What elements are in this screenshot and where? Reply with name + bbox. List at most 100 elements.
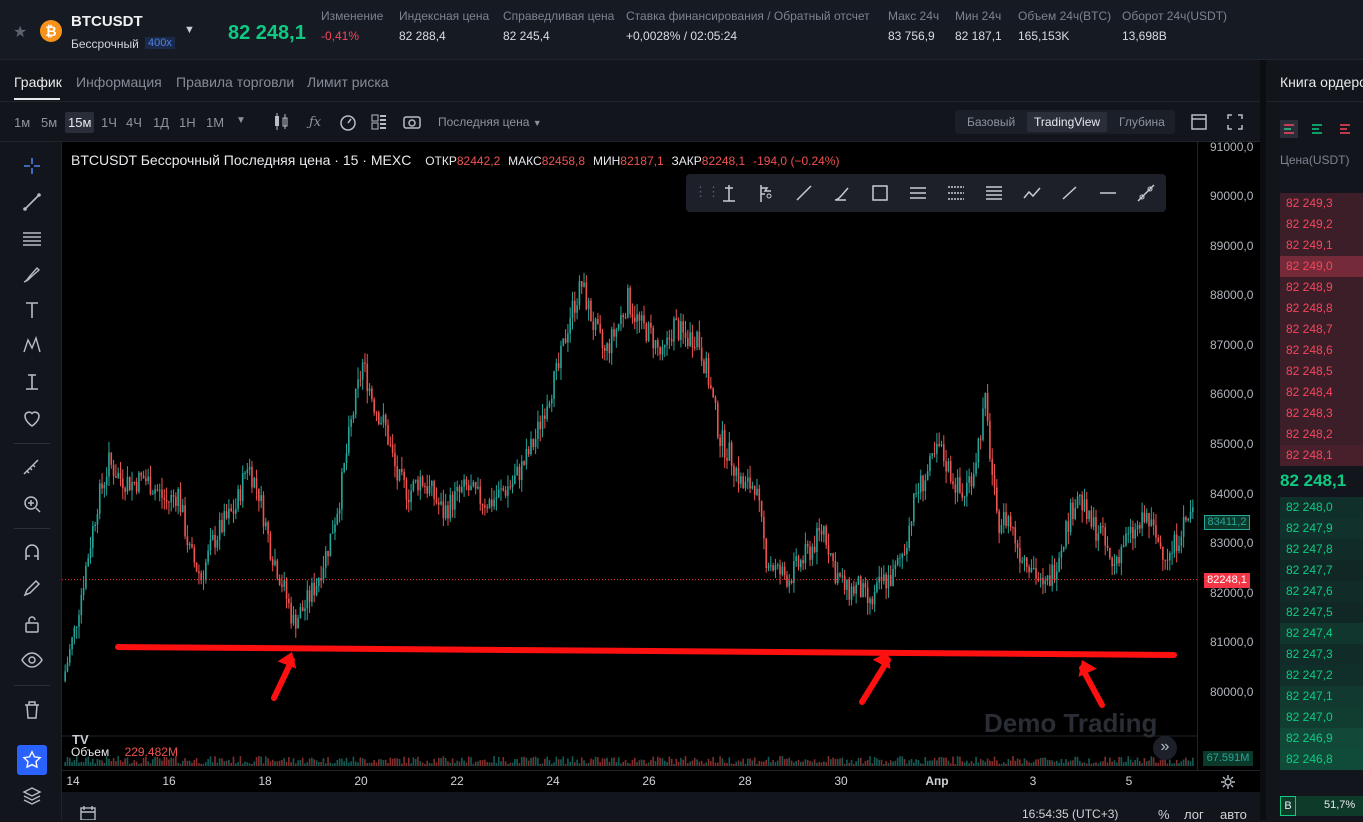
path-tool-icon[interactable]	[1021, 182, 1043, 204]
timeframe-dropdown-icon[interactable]: ▼	[236, 115, 246, 126]
symbol-name[interactable]: BTCUSDT	[71, 13, 143, 30]
timeframe-4h[interactable]: 4Ч	[126, 115, 142, 130]
orderbook-ask-row[interactable]: 82 248,8	[1280, 298, 1363, 319]
pencil-lock-icon[interactable]	[20, 576, 44, 600]
orderbook-ask-row[interactable]: 82 249,3	[1280, 193, 1363, 214]
time-axis[interactable]: 14 16 18 20 22 24 26 28 30 Апр 3 5	[62, 770, 1260, 792]
timeframe-15m[interactable]: 15м	[65, 112, 95, 133]
book-bids-icon[interactable]	[1308, 120, 1326, 138]
price-source-select[interactable]: Последняя цена ▼	[438, 115, 542, 129]
orderbook-ask-row[interactable]: 82 248,1	[1280, 445, 1363, 466]
annotation-arrow[interactable]	[1078, 660, 1105, 708]
orderbook-bid-row[interactable]: 82 248,0	[1280, 497, 1363, 518]
orderbook-ask-row[interactable]: 82 249,2	[1280, 214, 1363, 235]
favorites-button[interactable]	[17, 745, 47, 775]
lock-icon[interactable]	[20, 612, 44, 636]
trash-icon[interactable]	[20, 698, 44, 722]
orderbook-bid-row[interactable]: 82 247,6	[1280, 581, 1363, 602]
segment-tool-icon[interactable]	[1059, 182, 1081, 204]
price-axis[interactable]: 91000,0 90000,0 89000,0 88000,0 87000,0 …	[1197, 140, 1260, 770]
ruler-icon[interactable]	[20, 456, 44, 480]
scroll-to-realtime-button[interactable]: »	[1153, 736, 1177, 760]
view-mode-depth[interactable]: Глубина	[1119, 115, 1165, 129]
book-asks-icon[interactable]	[1336, 120, 1354, 138]
orderbook-ask-row[interactable]: 82 248,3	[1280, 403, 1363, 424]
orderbook-view-both-button[interactable]	[1280, 120, 1298, 138]
flag-tool-icon[interactable]	[755, 182, 777, 204]
price-chart[interactable]: BTCUSDT Бессрочный Последняя цена · 15 ·…	[62, 142, 1197, 770]
horizontal-line-icon[interactable]	[1097, 182, 1119, 204]
candlestick-plot[interactable]	[62, 142, 1197, 770]
orderbook-ask-row[interactable]: 82 248,2	[1280, 424, 1363, 445]
horizontal-levels-icon[interactable]	[983, 182, 1005, 204]
layout-icon[interactable]	[1191, 114, 1207, 130]
templates-icon[interactable]	[371, 114, 387, 130]
annotation-arrow[interactable]	[271, 652, 297, 701]
layers-icon[interactable]	[20, 784, 44, 808]
tab-chart[interactable]: График	[14, 74, 62, 90]
vertical-line-tool-icon[interactable]	[718, 182, 740, 204]
parallel-channel-icon[interactable]	[907, 182, 929, 204]
indicators-icon[interactable]: ƒx	[309, 115, 321, 130]
orderbook-ask-row[interactable]: 82 249,0	[1280, 256, 1363, 277]
extended-line-icon[interactable]	[1135, 182, 1157, 204]
measure-icon[interactable]	[20, 370, 44, 394]
orderbook-ask-row[interactable]: 82 248,9	[1280, 277, 1363, 298]
orderbook-ask-row[interactable]: 82 248,4	[1280, 382, 1363, 403]
volume-bar	[636, 762, 638, 766]
orderbook-bid-row[interactable]: 82 246,8	[1280, 749, 1363, 770]
tab-trading-rules[interactable]: Правила торговли	[176, 74, 294, 90]
timeframe-1h[interactable]: 1Ч	[101, 115, 117, 130]
symbol-dropdown-icon[interactable]: ▼	[184, 24, 195, 36]
fib-retracement-icon[interactable]	[945, 182, 967, 204]
orderbook-bid-row[interactable]: 82 247,7	[1280, 560, 1363, 581]
tab-risk-limit[interactable]: Лимит риска	[307, 74, 389, 90]
candles-icon[interactable]	[272, 112, 290, 132]
orderbook-bid-row[interactable]: 82 247,8	[1280, 539, 1363, 560]
fullscreen-icon[interactable]	[1227, 114, 1243, 130]
timeframe-5m[interactable]: 5м	[41, 115, 57, 130]
speedometer-icon[interactable]	[339, 114, 357, 132]
orderbook-ask-row[interactable]: 82 248,7	[1280, 319, 1363, 340]
ray-tool-icon[interactable]	[793, 182, 815, 204]
calendar-icon[interactable]	[80, 806, 96, 820]
timeframe-1m[interactable]: 1м	[14, 115, 30, 130]
orderbook-bid-row[interactable]: 82 247,3	[1280, 644, 1363, 665]
fib-levels-icon[interactable]	[20, 226, 44, 250]
rectangle-tool-icon[interactable]	[869, 182, 891, 204]
zoom-in-icon[interactable]	[20, 492, 44, 516]
timeframe-1d[interactable]: 1Д	[153, 115, 169, 130]
magnet-icon[interactable]	[20, 540, 44, 564]
annotation-arrow[interactable]	[859, 652, 891, 705]
crosshair-icon[interactable]	[20, 154, 44, 178]
orderbook-ask-row[interactable]: 82 248,5	[1280, 361, 1363, 382]
pattern-icon[interactable]	[20, 334, 44, 358]
clock-time[interactable]: 16:54:35 (UTC+3)	[1022, 807, 1118, 821]
text-tool-icon[interactable]	[20, 298, 44, 322]
brush-tool-icon[interactable]	[831, 182, 853, 204]
tab-info[interactable]: Информация	[76, 74, 162, 90]
view-mode-tradingview[interactable]: TradingView	[1027, 112, 1108, 132]
view-mode-basic[interactable]: Базовый	[967, 115, 1015, 129]
candle-body	[1049, 575, 1051, 586]
orderbook-bid-row[interactable]: 82 247,0	[1280, 707, 1363, 728]
orderbook-ask-row[interactable]: 82 248,6	[1280, 340, 1363, 361]
brush-icon[interactable]	[20, 262, 44, 286]
orderbook-ask-row[interactable]: 82 249,1	[1280, 235, 1363, 256]
heart-icon[interactable]	[20, 406, 44, 430]
star-icon[interactable]: ★	[13, 22, 27, 42]
orderbook-bid-row[interactable]: 82 247,4	[1280, 623, 1363, 644]
orderbook-bid-row[interactable]: 82 247,2	[1280, 665, 1363, 686]
eye-icon[interactable]	[20, 648, 44, 672]
drag-handle-icon[interactable]: ⋮⋮	[694, 184, 720, 200]
orderbook-bid-row[interactable]: 82 247,1	[1280, 686, 1363, 707]
support-line[interactable]	[115, 644, 1177, 658]
orderbook-bid-row[interactable]: 82 247,9	[1280, 518, 1363, 539]
settings-gear-icon[interactable]	[1220, 774, 1236, 790]
timeframe-1w[interactable]: 1Н	[179, 115, 196, 130]
camera-icon[interactable]	[403, 114, 421, 130]
orderbook-bid-row[interactable]: 82 247,5	[1280, 602, 1363, 623]
trend-line-icon[interactable]	[20, 190, 44, 214]
timeframe-1mo[interactable]: 1М	[206, 115, 224, 130]
orderbook-bid-row[interactable]: 82 246,9	[1280, 728, 1363, 749]
